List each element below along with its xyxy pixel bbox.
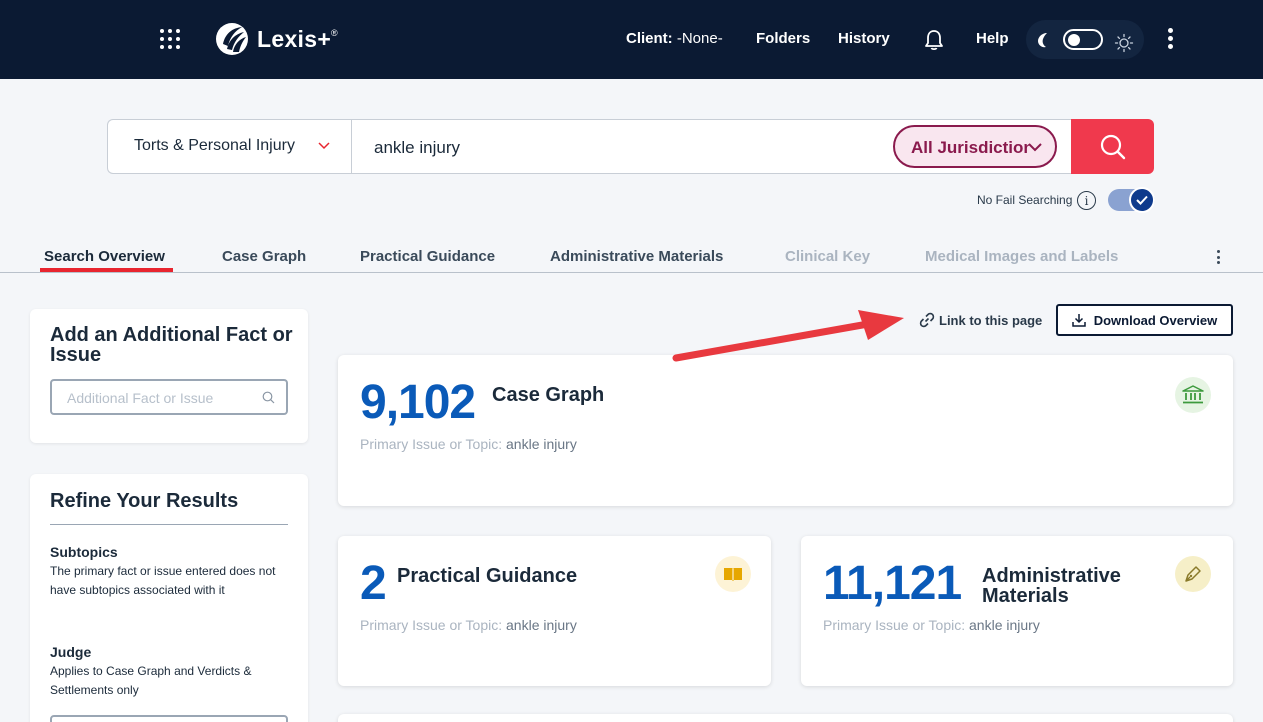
result-count: 9,102 [360,376,476,429]
tab-medical-images[interactable]: Medical Images and Labels [925,248,1118,265]
dark-mode-switch[interactable] [1063,29,1103,50]
tab-practical-guidance[interactable]: Practical Guidance [360,248,495,265]
nav-folders[interactable]: Folders [756,30,810,47]
search-bar: Torts & Personal Injury ankle injury All… [107,119,1071,174]
judge-input[interactable] [50,715,288,722]
notifications-bell-icon[interactable] [924,29,944,51]
result-subtitle: Primary Issue or Topic: ankle injury [823,617,1040,633]
app-grid-icon[interactable] [160,29,180,49]
search-input[interactable]: ankle injury [374,138,460,158]
chevron-down-icon [318,142,330,150]
refine-results-card: Refine Your Results Subtopics The primar… [30,474,308,722]
jurisdiction-label: All Jurisdictions [911,138,1029,157]
additional-fact-title: Add an Additional Fact or Issue [50,324,293,366]
nav-help[interactable]: Help [976,30,1009,47]
tab-administrative-materials[interactable]: Administrative Materials [550,248,723,265]
courthouse-icon [1175,377,1211,413]
link-to-page-label: Link to this page [939,312,1043,328]
result-title: Case Graph [492,384,605,406]
additional-result-card[interactable] [338,714,1233,722]
chevron-down-icon [1028,143,1042,152]
result-subtitle: Primary Issue or Topic: ankle injury [360,617,577,633]
more-options-icon[interactable] [1168,28,1176,52]
additional-fact-placeholder: Additional Fact or Issue [67,390,214,406]
client-value: -None- [676,30,723,47]
search-icon [262,391,275,404]
download-overview-button[interactable]: Download Overview [1056,304,1233,336]
tab-clinical-key[interactable]: Clinical Key [785,248,870,265]
download-overview-label: Download Overview [1093,312,1218,328]
result-count: 2 [360,557,387,610]
client-selector[interactable]: Client: -None- [626,30,723,47]
info-icon[interactable]: i [1077,191,1096,210]
result-title: Practical Guidance [397,565,578,587]
lexis-logo[interactable]: Lexis+® [215,22,338,56]
practical-guidance-result-card[interactable]: 2 Practical Guidance Primary Issue or To… [338,536,771,686]
moon-icon [1038,33,1047,48]
tabs-divider [0,272,1263,273]
jurisdiction-dropdown[interactable]: All Jurisdictions [893,125,1057,168]
subtopics-description: The primary fact or issue entered does n… [50,564,276,597]
judge-title: Judge [50,644,92,660]
no-fail-searching-label: No Fail Searching [977,193,1073,207]
practice-area-dropdown[interactable]: Torts & Personal Injury [108,120,352,173]
additional-fact-card: Add an Additional Fact or Issue Addition… [30,309,308,443]
more-tabs-icon[interactable] [1217,250,1223,266]
judge-description: Applies to Case Graph and Verdicts & Set… [50,664,252,697]
lexis-logo-icon [216,23,248,55]
practice-area-label: Torts & Personal Injury [134,137,295,154]
case-graph-result-card[interactable]: 9,102 Case Graph Primary Issue or Topic:… [338,355,1233,506]
checkmark-icon [1129,187,1155,213]
link-to-page-button[interactable]: Link to this page [919,312,1042,328]
book-icon [715,556,751,592]
divider [50,524,288,525]
search-button[interactable] [1071,119,1154,174]
tab-case-graph[interactable]: Case Graph [222,248,306,265]
additional-fact-input[interactable]: Additional Fact or Issue [50,379,288,415]
top-navigation-bar: Lexis+® Client: -None- Folders History H… [0,0,1263,79]
pen-icon [1175,556,1211,592]
result-title: Administrative Materials [982,565,1121,607]
tab-search-overview[interactable]: Search Overview [44,248,165,265]
download-icon [1071,314,1086,327]
annotation-arrow-icon [672,310,904,362]
nav-history[interactable]: History [838,30,890,47]
client-label: Client: [626,30,673,47]
refine-results-title: Refine Your Results [50,490,239,512]
search-icon [1100,134,1125,159]
administrative-materials-result-card[interactable]: 11,121 Administrative Materials Primary … [801,536,1233,686]
result-count: 11,121 [823,557,962,610]
logo-text: Lexis+® [257,25,338,52]
sun-icon [1114,33,1134,53]
result-subtitle: Primary Issue or Topic: ankle injury [360,436,577,452]
subtopics-title: Subtopics [50,544,118,560]
link-icon [919,312,935,328]
